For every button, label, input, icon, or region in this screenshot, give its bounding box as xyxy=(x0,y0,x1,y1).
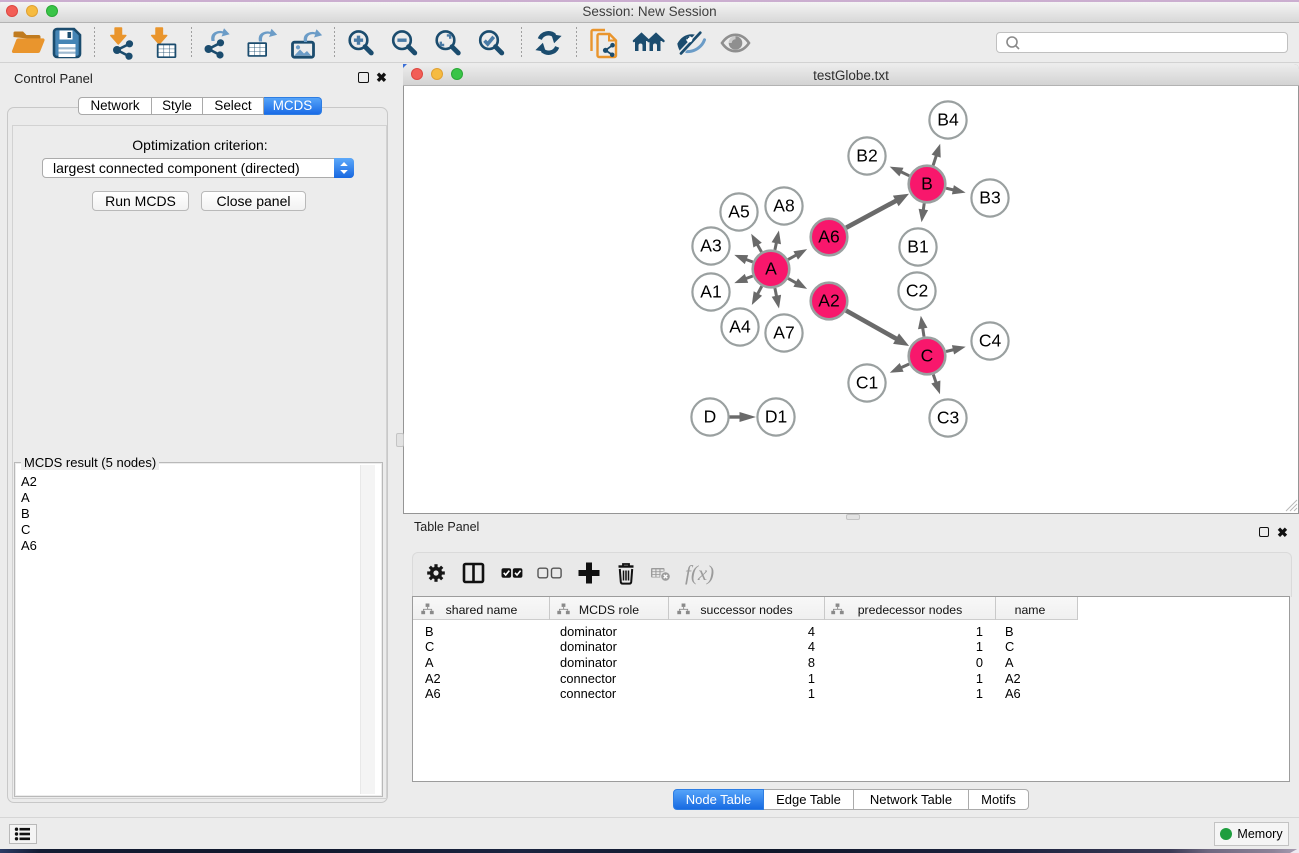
svg-text:B2: B2 xyxy=(856,146,877,166)
svg-text:A8: A8 xyxy=(773,196,794,216)
svg-text:C1: C1 xyxy=(856,373,878,393)
svg-text:A5: A5 xyxy=(728,202,749,222)
svg-text:A: A xyxy=(765,259,777,279)
svg-text:A4: A4 xyxy=(729,317,751,337)
svg-text:f(x): f(x) xyxy=(685,561,714,585)
svg-text:C2: C2 xyxy=(906,281,928,301)
svg-text:D: D xyxy=(704,407,717,427)
svg-text:C: C xyxy=(921,346,934,366)
svg-text:B1: B1 xyxy=(907,237,928,257)
svg-text:C3: C3 xyxy=(937,408,959,428)
svg-text:A2: A2 xyxy=(818,291,839,311)
svg-text:B4: B4 xyxy=(937,110,959,130)
svg-text:C4: C4 xyxy=(979,331,1002,351)
svg-text:B3: B3 xyxy=(979,188,1000,208)
svg-text:A1: A1 xyxy=(700,282,721,302)
svg-text:D1: D1 xyxy=(765,407,787,427)
svg-text:A6: A6 xyxy=(818,227,839,247)
svg-text:A7: A7 xyxy=(773,323,794,343)
svg-text:A3: A3 xyxy=(700,236,721,256)
svg-text:B: B xyxy=(921,174,933,194)
